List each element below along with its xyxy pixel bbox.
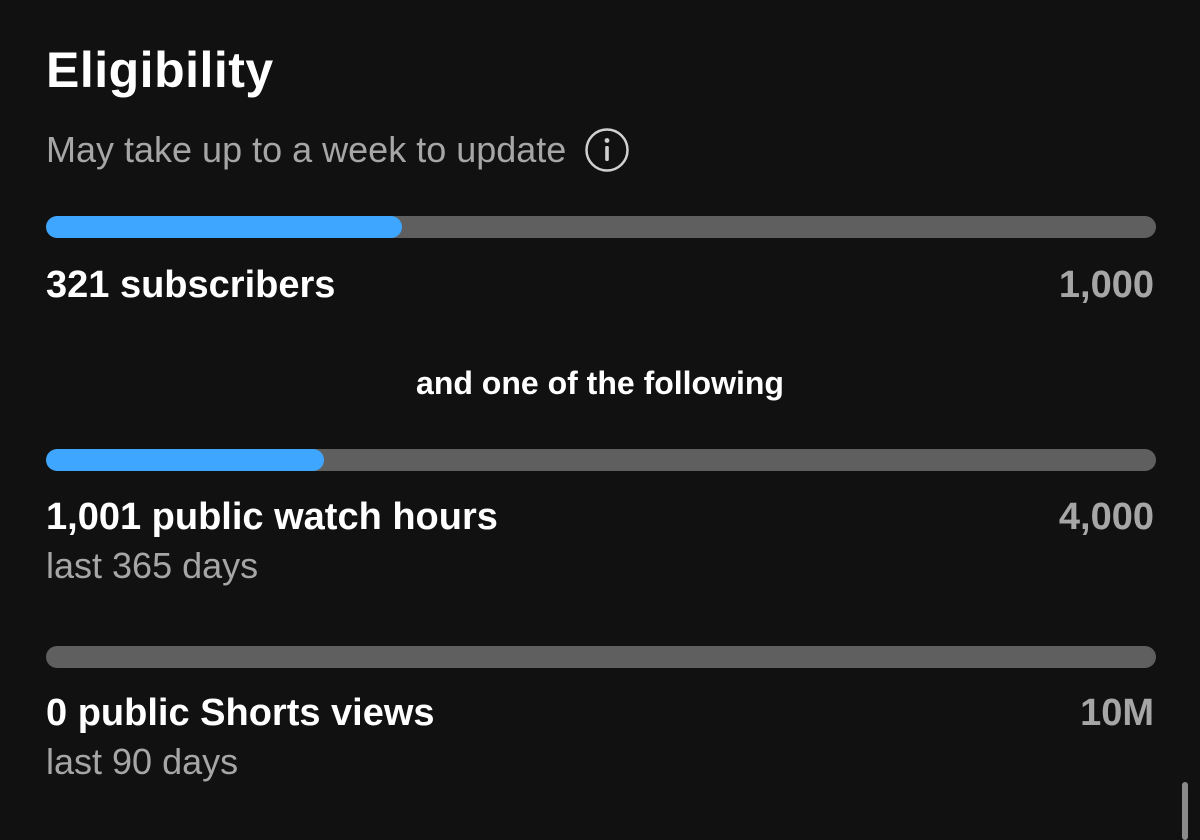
update-note: May take up to a week to update — [46, 129, 567, 170]
watch-hours-progress-bar — [46, 449, 1156, 471]
watch-hours-target: 4,000 — [1058, 496, 1154, 538]
shorts-views-target: 10M — [1080, 692, 1154, 734]
subtitle-row: May take up to a week to update — [46, 124, 630, 176]
watch-hours-progress-fill — [46, 449, 324, 471]
watch-hours-period: last 365 days — [46, 545, 259, 586]
page-title: Eligibility — [46, 42, 274, 98]
shorts-views-period: last 90 days — [46, 741, 239, 782]
subscribers-progress-fill — [46, 216, 403, 238]
subscribers-count: 321 subscribers — [46, 264, 336, 306]
eligibility-panel: Eligibility May take up to a week to upd… — [0, 0, 1200, 840]
info-icon[interactable] — [584, 127, 630, 173]
shorts-views-progress-bar — [46, 646, 1156, 668]
requirement-separator: and one of the following — [416, 365, 784, 401]
scrollbar[interactable] — [1182, 782, 1188, 840]
subscribers-target: 1,000 — [1058, 264, 1154, 306]
subscribers-progress-bar — [46, 216, 1156, 238]
shorts-views-count: 0 public Shorts views — [46, 692, 435, 734]
watch-hours-count: 1,001 public watch hours — [46, 496, 498, 538]
